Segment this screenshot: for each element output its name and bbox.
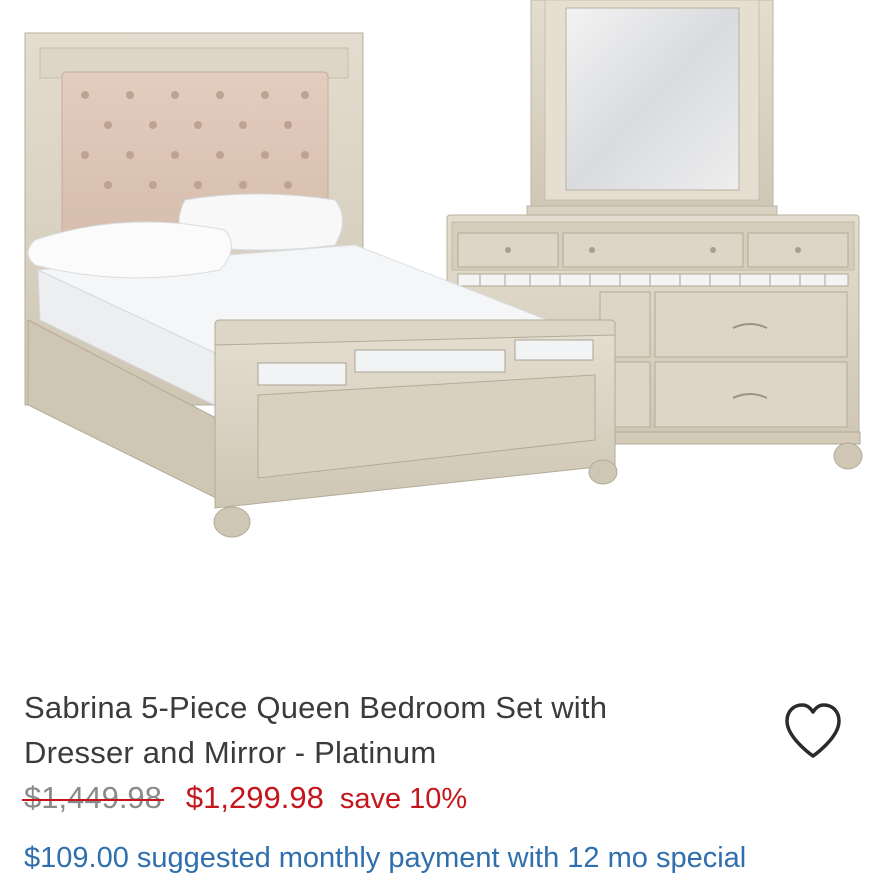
sale-price: $1,299.98	[185, 780, 324, 815]
monthly-payment-link[interactable]: $109.00 suggested monthly payment with 1…	[24, 842, 746, 875]
favorite-button[interactable]	[780, 700, 846, 762]
product-info: Sabrina 5-Piece Queen Bedroom Set with D…	[0, 0, 887, 887]
product-title[interactable]: Sabrina 5-Piece Queen Bedroom Set with D…	[24, 685, 724, 775]
original-price: $1,449.98	[22, 780, 164, 815]
heart-outline-icon	[785, 703, 841, 758]
price-row: $1,449.98 $1,299.98 save 10%	[22, 780, 468, 824]
savings-badge: save 10%	[339, 783, 468, 815]
